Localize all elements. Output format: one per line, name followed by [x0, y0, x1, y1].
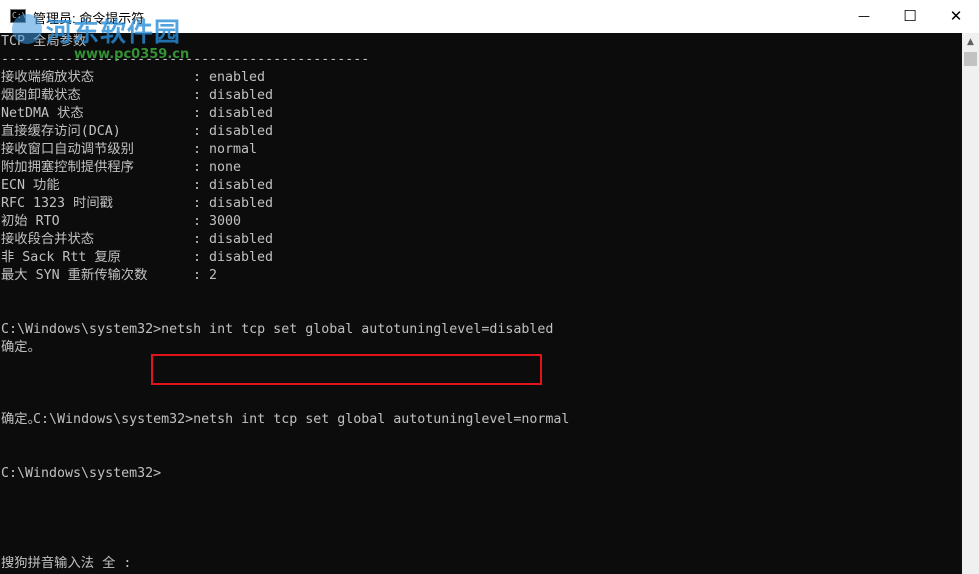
maximize-button[interactable]: ☐ [887, 0, 933, 32]
params-divider: ----------------------------------------… [1, 52, 370, 67]
param-separator: : [193, 214, 202, 229]
command-line-2: C:\Windows\system32>netsh int tcp set gl… [1, 393, 569, 427]
command-result-1: 确定。 [1, 340, 41, 355]
param-separator: : [193, 142, 202, 157]
param-value: none [209, 160, 242, 175]
param-value: disabled [209, 178, 274, 193]
scrollbar-thumb[interactable] [964, 52, 977, 66]
prompt: C:\Windows\system32> [33, 412, 194, 427]
minimize-button[interactable]: — [841, 0, 887, 32]
minimize-icon: — [858, 9, 870, 23]
command-text: netsh int tcp set global autotuninglevel… [193, 412, 570, 427]
param-label: 附加拥塞控制提供程序 [1, 160, 134, 175]
param-label: RFC 1323 时间戳 [1, 196, 113, 211]
param-separator: : [193, 232, 202, 247]
params-header: TCP 全局参数 [1, 34, 87, 49]
maximize-icon: ☐ [903, 7, 917, 25]
param-value: disabled [209, 106, 274, 121]
param-label: 接收端缩放状态 [1, 70, 95, 85]
param-value: disabled [209, 88, 274, 103]
window-title: 管理员: 命令提示符 [33, 11, 145, 26]
close-icon: ✕ [949, 7, 963, 25]
param-separator: : [193, 268, 202, 283]
ime-status-bar: 搜狗拼音输入法 全 : [1, 556, 132, 571]
param-value: disabled [209, 124, 274, 139]
param-separator: : [193, 124, 202, 139]
param-value: disabled [209, 196, 274, 211]
highlight-annotation-box [151, 354, 542, 385]
param-label: NetDMA 状态 [1, 106, 84, 121]
param-value: 3000 [209, 214, 242, 229]
param-label: ECN 功能 [1, 178, 60, 193]
close-button[interactable]: ✕ [933, 0, 979, 32]
param-value: normal [209, 142, 258, 157]
cmd-app-icon[interactable]: C:\ [10, 9, 26, 23]
current-prompt[interactable]: C:\Windows\system32> [1, 465, 161, 483]
param-label: 直接缓存访问(DCA) [1, 124, 121, 139]
command-result-2: 确定。 [1, 412, 41, 427]
param-value: enabled [209, 70, 266, 85]
param-separator: : [193, 250, 202, 265]
param-value: disabled [209, 232, 274, 247]
param-label: 接收窗口自动调节级别 [1, 142, 134, 157]
console-output[interactable]: TCP 全局参数 -------------------------------… [0, 33, 962, 574]
param-separator: : [193, 88, 202, 103]
param-separator: : [193, 106, 202, 121]
scroll-up-arrow-icon[interactable]: ▲ [962, 33, 979, 50]
param-label: 非 Sack Rtt 复原 [1, 250, 121, 265]
param-label: 初始 RTO [1, 214, 60, 229]
param-label: 烟囱卸载状态 [1, 88, 81, 103]
command-line-1: C:\Windows\system32>netsh int tcp set gl… [1, 322, 554, 337]
title-bar: C:\ 管理员: 命令提示符 — ☐ ✕ [0, 0, 979, 34]
param-label: 最大 SYN 重新传输次数 [1, 268, 148, 283]
param-separator: : [193, 70, 202, 85]
param-label: 接收段合并状态 [1, 232, 95, 247]
param-separator: : [193, 178, 202, 193]
param-separator: : [193, 160, 202, 175]
param-value: disabled [209, 250, 274, 265]
param-value: 2 [209, 268, 218, 283]
vertical-scrollbar[interactable]: ▲ [962, 33, 979, 574]
param-separator: : [193, 196, 202, 211]
